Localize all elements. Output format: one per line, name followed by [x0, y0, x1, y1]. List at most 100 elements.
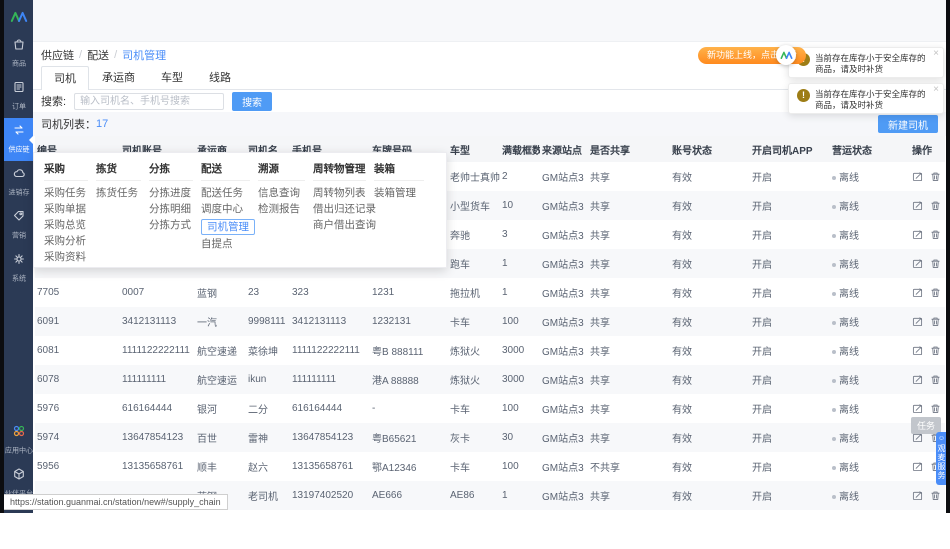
edit-icon[interactable]	[912, 171, 923, 182]
menu-item-分拣方式[interactable]: 分拣方式	[149, 217, 193, 233]
create-driver-button[interactable]: 新建司机	[878, 115, 938, 133]
sidebar-item-订单[interactable]: 订单	[4, 75, 33, 118]
cell-full-load-count: 1	[502, 490, 508, 501]
cell-no: 7705	[37, 287, 60, 298]
delete-icon[interactable]	[930, 287, 941, 298]
table-row: 5976 616164444 银河 二分 616164444 - 卡车 100 GM站点3 共享 有…	[35, 394, 945, 423]
sidebar-item-进销存[interactable]: 进销存	[4, 161, 33, 204]
cell-phone: 1111122222111	[292, 345, 360, 356]
tab-承运商[interactable]: 承运商	[89, 65, 148, 89]
system-gear-icon	[12, 252, 26, 271]
sidebar-item-应用中心[interactable]: 应用中心	[4, 419, 33, 462]
search-input[interactable]	[74, 92, 225, 110]
edit-icon[interactable]	[912, 345, 923, 356]
table-row: 6091 3412131113 一汽 9998111 3412131113 1232131…	[35, 307, 945, 336]
breadcrumb-separator: /	[114, 49, 118, 61]
tab-司机[interactable]: 司机	[41, 66, 89, 90]
sidebar-item-系统[interactable]: 系统	[4, 247, 33, 290]
table-row: 6078 111111111 航空速运 ikun 111111111 港A 88888 炼狱…	[35, 365, 945, 394]
menu-item-分拣进度[interactable]: 分拣进度	[149, 185, 193, 201]
tab-车型[interactable]: 车型	[148, 65, 196, 89]
delete-icon[interactable]	[930, 171, 941, 182]
menu-item-检测报告[interactable]: 检测报告	[258, 201, 305, 217]
sidebar-item-label: 应用中心	[4, 446, 33, 455]
delete-icon[interactable]	[930, 490, 941, 501]
edit-icon[interactable]	[912, 490, 923, 501]
menu-item-采购任务[interactable]: 采购任务	[44, 185, 88, 201]
sidebar-item-商品[interactable]: 商品	[4, 32, 33, 75]
edit-icon[interactable]	[912, 287, 923, 298]
menu-column-配送: 配送 配送任务 调度中心 司机管理 自提点	[201, 161, 255, 267]
menu-item-司机管理[interactable]: 司机管理	[201, 219, 255, 235]
delete-icon[interactable]	[930, 403, 941, 414]
menu-item-分拣明细[interactable]: 分拣明细	[149, 201, 193, 217]
edit-icon[interactable]	[912, 461, 923, 472]
menu-item-拣货任务[interactable]: 拣货任务	[96, 185, 141, 201]
menu-item-信息查询[interactable]: 信息查询	[258, 185, 305, 201]
cell-no: 5976	[37, 403, 60, 414]
delete-icon[interactable]	[930, 374, 941, 385]
cell-account: 1111122222111	[122, 345, 190, 356]
edit-icon[interactable]	[912, 316, 923, 327]
delete-icon[interactable]	[930, 345, 941, 356]
delete-icon[interactable]	[930, 316, 941, 327]
edit-icon[interactable]	[912, 200, 923, 211]
offline-status-dot	[832, 495, 836, 500]
cell-driver-name: 雷神	[248, 434, 268, 445]
sidebar-item-供应链[interactable]: 供应链	[4, 118, 33, 161]
sidebar-item-营销[interactable]: 营销	[4, 204, 33, 247]
cell-full-load-count: 3000	[502, 374, 525, 385]
menu-item-配送任务[interactable]: 配送任务	[201, 185, 250, 201]
cell-account-status: 有效	[672, 434, 692, 445]
cell-driver-app: 开启	[752, 318, 772, 329]
menu-item-装箱管理[interactable]: 装箱管理	[374, 185, 424, 201]
cell-driver-name: 9998111	[248, 316, 286, 327]
cell-account-status: 有效	[672, 318, 692, 329]
cell-full-load-count: 100	[502, 461, 519, 472]
edit-icon[interactable]	[912, 374, 923, 385]
search-button[interactable]: 搜索	[232, 91, 273, 111]
edit-icon[interactable]	[912, 229, 923, 240]
menu-item-采购分析[interactable]: 采购分析	[44, 233, 88, 249]
menu-item-借出归还记录[interactable]: 借出归还记录	[313, 201, 376, 217]
menu-item-采购总览[interactable]: 采购总览	[44, 217, 88, 233]
menu-item-自提点[interactable]: 自提点	[201, 236, 250, 252]
cell-source-station: GM站点3	[542, 376, 584, 387]
menu-item-调度中心[interactable]: 调度中心	[201, 201, 250, 217]
cell-operation-status: 离线	[830, 220, 910, 249]
delete-icon[interactable]	[930, 200, 941, 211]
browser-viewport: 商品订单供应链进销存营销系统 应用中心伙伴平台 供应链 / 配送 / 司机管理 …	[0, 0, 950, 549]
offline-status-dot	[832, 263, 836, 268]
sidebar-menu: 商品 订单 供应链 进销存 营销 系统	[4, 32, 33, 290]
menu-column-拣货: 拣货 拣货任务	[96, 161, 141, 267]
close-icon[interactable]: ×	[933, 85, 939, 95]
delete-icon[interactable]	[930, 229, 941, 240]
cell-vehicle-type: 炼狱火	[450, 376, 480, 387]
breadcrumb-driver-management[interactable]: 司机管理	[122, 47, 166, 63]
cell-plate: 粤B65621	[372, 434, 417, 445]
breadcrumb-supply-chain[interactable]: 供应链	[41, 47, 74, 63]
menu-item-周转物列表[interactable]: 周转物列表	[313, 185, 366, 201]
edit-icon[interactable]	[912, 403, 923, 414]
menu-column-title: 周转物管理	[313, 161, 366, 181]
menu-column-采购: 采购 采购任务 采购单据 采购总览 采购分析 采购资料	[44, 161, 88, 267]
offline-status-dot	[832, 205, 836, 210]
offline-status-dot	[832, 350, 836, 355]
close-icon[interactable]: ×	[933, 49, 939, 59]
guanmai-logo-badge[interactable]	[776, 45, 796, 65]
tab-线路[interactable]: 线路	[196, 65, 244, 89]
delete-icon[interactable]	[930, 258, 941, 269]
cell-carrier: 顺丰	[197, 463, 217, 474]
cell-source-station: GM站点3	[542, 463, 584, 474]
cell-actions	[910, 278, 945, 307]
cell-driver-app: 开启	[752, 231, 772, 242]
cell-account: 0007	[122, 287, 145, 298]
breadcrumb-delivery[interactable]: 配送	[87, 47, 109, 63]
menu-item-采购单据[interactable]: 采购单据	[44, 201, 88, 217]
offline-status-dot	[832, 234, 836, 239]
cell-operation-status: 离线	[830, 452, 910, 481]
menu-item-采购资料[interactable]: 采购资料	[44, 249, 88, 265]
edit-icon[interactable]	[912, 258, 923, 269]
cell-phone: 13197402520	[292, 490, 354, 501]
menu-item-商户借出查询[interactable]: 商户借出查询	[313, 217, 376, 233]
